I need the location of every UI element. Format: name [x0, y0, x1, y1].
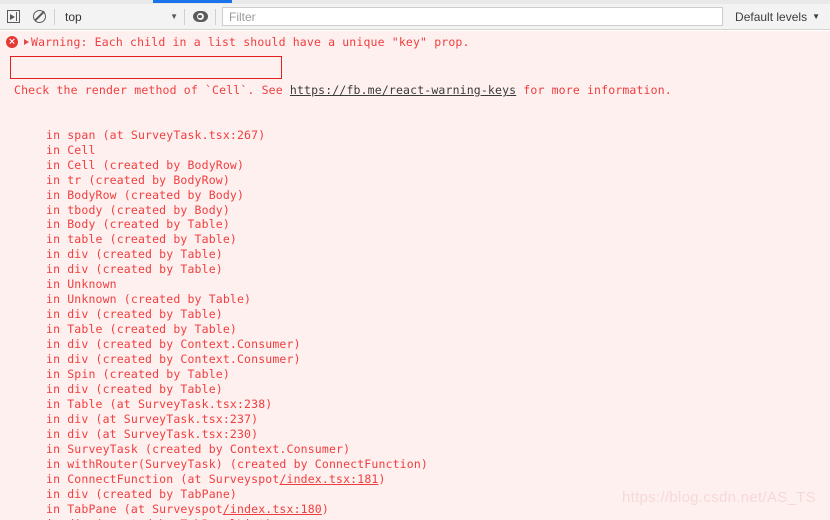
stack-trace-line: in div (created by Context.Consumer)	[46, 337, 301, 352]
stack-trace-line: in Table (at SurveyTask.tsx:238)	[46, 396, 273, 411]
watermark-text: https://blog.csdn.net/AS_TS	[621, 489, 816, 506]
error-icon: ×	[6, 36, 18, 48]
stack-trace-line: in div (at SurveyTask.tsx:237)	[46, 411, 259, 426]
stack-trace-line: in Table (created by Table)	[46, 322, 237, 337]
console-message-list: × Warning: Each child in a list should h…	[0, 31, 830, 520]
log-levels-label: Default levels	[735, 9, 808, 24]
live-expression-button[interactable]	[187, 4, 213, 30]
toolbar-divider-3	[215, 8, 216, 25]
stack-trace-line: in Cell	[46, 142, 96, 157]
warning-detail-prefix: Check the render method of `Cell`. See	[14, 82, 290, 97]
stack-trace-line: in Body (created by Table)	[46, 217, 230, 232]
stack-trace-line: in Spin (created by Table)	[46, 367, 230, 382]
stack-trace-line: in table (created by Table)	[46, 232, 237, 247]
execution-context-select[interactable]: top ▼	[57, 7, 182, 27]
console-toolbar: top ▼ Filter Default levels ▼	[0, 4, 830, 30]
react-warning-keys-link[interactable]: https://fb.me/react-warning-keys	[290, 83, 516, 97]
clear-console-button[interactable]	[26, 4, 52, 30]
warning-detail-suffix: for more information.	[516, 82, 672, 97]
stack-line-text: )	[321, 501, 329, 516]
stack-trace-line: in div (created by Table)	[46, 307, 223, 322]
stack-trace-line: in Unknown (created by Table)	[46, 292, 252, 307]
stack-trace-line: in withRouter(SurveyTask) (created by Co…	[46, 456, 428, 471]
stack-line-text: in TabPane (at Surveyspot	[46, 501, 223, 516]
toolbar-divider-2	[184, 8, 185, 25]
source-file-link[interactable]: /index.tsx:181	[279, 472, 378, 486]
filter-placeholder-text: Filter	[229, 9, 256, 24]
log-levels-select[interactable]: Default levels ▼	[727, 7, 830, 27]
toggle-console-sidebar-button[interactable]	[0, 4, 26, 30]
warning-message-title: Warning: Each child in a list should hav…	[31, 35, 470, 49]
toolbar-divider-1	[54, 8, 55, 25]
play-panel-icon	[6, 10, 20, 23]
chevron-down-icon: ▼	[812, 11, 820, 21]
stack-trace-line: in SurveyTask (created by Context.Consum…	[46, 441, 351, 456]
stack-trace-line: in BodyRow (created by Body)	[46, 187, 245, 202]
stack-trace-line: in Cell (created by BodyRow)	[46, 157, 245, 172]
chevron-down-icon: ▼	[170, 11, 178, 21]
stack-trace-line: in ConnectFunction (at Surveyspot/index.…	[46, 472, 830, 487]
stack-trace-line: in span (at SurveyTask.tsx:267)	[46, 127, 266, 142]
stack-trace-line: in div (at SurveyTask.tsx:230)	[46, 426, 259, 441]
disclosure-triangle-icon[interactable]	[24, 39, 29, 45]
ban-icon	[32, 10, 46, 23]
stack-trace-line: in tr (created by BodyRow)	[46, 172, 230, 187]
stack-trace-line: in div (created by TabPanelList)	[46, 517, 830, 520]
stack-trace-line: in div (created by Table)	[46, 381, 223, 396]
eye-icon	[192, 11, 208, 22]
stack-trace-line: in tbody (created by Body)	[46, 202, 230, 217]
execution-context-value: top	[65, 9, 82, 24]
stack-trace-line: in div (created by Table)	[46, 247, 223, 262]
filter-input[interactable]: Filter	[222, 7, 724, 26]
stack-line-text: )	[378, 471, 386, 486]
stack-trace-line: in Unknown	[46, 277, 117, 292]
console-error-row[interactable]: × Warning: Each child in a list should h…	[0, 31, 830, 53]
warning-stack-trace: Check the render method of `Cell`. See h…	[0, 53, 830, 520]
stack-line-text: in ConnectFunction (at Surveyspot	[46, 471, 280, 486]
stack-trace-line: in div (created by Table)	[46, 262, 223, 277]
source-file-link[interactable]: /index.tsx:180	[223, 502, 322, 516]
stack-trace-line: in div (created by Context.Consumer)	[46, 352, 301, 367]
warning-detail-line: Check the render method of `Cell`. See h…	[14, 83, 830, 98]
stack-trace-lines: in span (at SurveyTask.tsx:267) in Cell in…	[46, 128, 830, 520]
